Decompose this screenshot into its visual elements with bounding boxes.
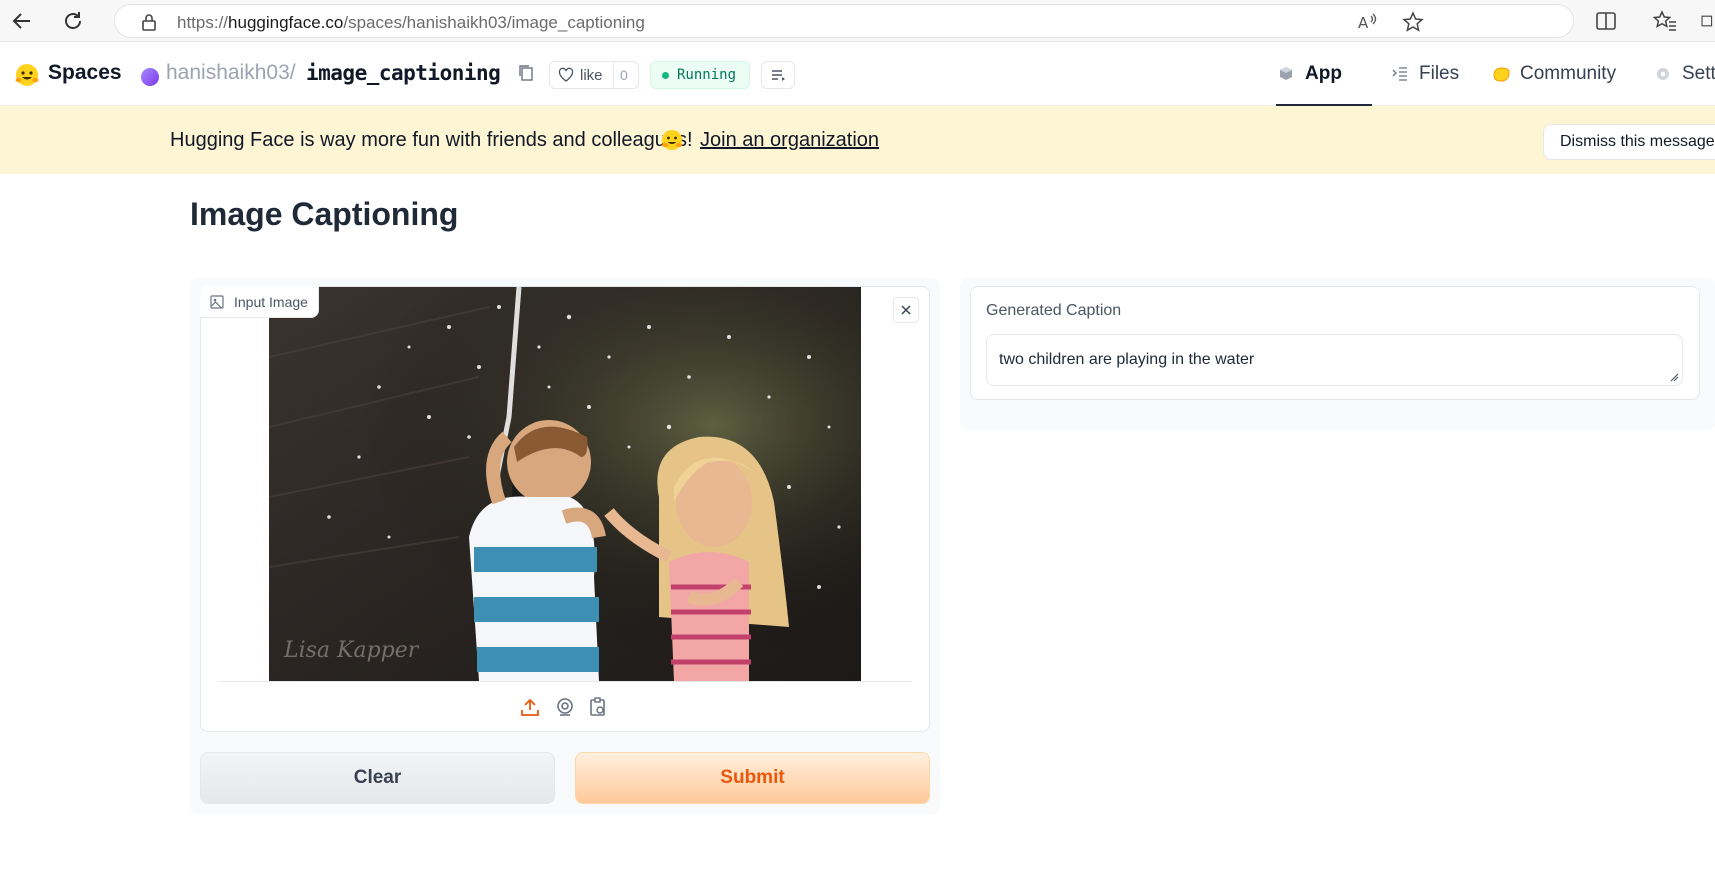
clipboard-icon[interactable] <box>587 696 609 718</box>
banner-text: Hugging Face is way more fun with friend… <box>170 129 693 151</box>
status-badge[interactable]: Running <box>650 61 750 89</box>
split-screen-icon[interactable] <box>1590 6 1622 36</box>
like-count: 0 <box>620 67 628 83</box>
copy-icon[interactable] <box>518 64 536 84</box>
hugging-face-logo-icon[interactable] <box>14 62 40 88</box>
owner-name[interactable]: hanishaikh03/ <box>166 61 296 85</box>
photo-watermark: Lisa Kapper <box>283 638 420 663</box>
address-bar[interactable]: https://huggingface.co/spaces/hanishaikh… <box>114 4 1574 38</box>
refresh-icon <box>65 12 81 29</box>
tab-app[interactable]: App <box>1277 42 1372 106</box>
menu-icon <box>772 70 785 81</box>
gear-icon <box>1657 68 1669 80</box>
upload-icon[interactable] <box>519 696 541 718</box>
like-button[interactable]: like 0 <box>549 61 639 89</box>
read-aloud-icon[interactable]: A <box>1356 11 1380 33</box>
owner-avatar[interactable] <box>141 68 159 86</box>
image-icon <box>210 294 224 309</box>
submit-button[interactable]: Submit <box>575 752 930 804</box>
back-arrow-icon <box>12 13 30 29</box>
caption-text: two children are playing in the water <box>999 351 1255 368</box>
page-title: Image Captioning <box>190 196 459 232</box>
tab-community-label: Community <box>1520 63 1617 84</box>
lock-icon <box>137 11 161 33</box>
org-banner: Hugging Face is way more fun with friend… <box>0 106 1715 174</box>
clear-image-button[interactable] <box>893 297 919 323</box>
tab-app-label: App <box>1305 63 1342 84</box>
image-toolbar-divider <box>218 681 912 682</box>
browser-toolbar: https://huggingface.co/spaces/hanishaikh… <box>0 0 1715 42</box>
back-button[interactable] <box>6 6 38 36</box>
input-image-label-text: Input Image <box>234 293 308 310</box>
favorite-star-icon[interactable] <box>1401 11 1425 33</box>
caption-label: Generated Caption <box>986 302 1122 319</box>
resize-handle-icon[interactable] <box>1669 372 1679 382</box>
repo-name[interactable]: image_captioning <box>306 61 501 85</box>
heart-icon <box>558 67 574 82</box>
like-divider <box>613 62 614 88</box>
url-text: https://huggingface.co/spaces/hanishaikh… <box>177 13 645 32</box>
tab-community[interactable]: Community <box>1492 42 1616 106</box>
clear-button[interactable]: Clear <box>200 752 555 804</box>
tab-files[interactable]: Files <box>1391 42 1459 106</box>
refresh-button[interactable] <box>57 6 89 36</box>
space-menu-button[interactable] <box>761 61 795 89</box>
tab-settings[interactable]: Settings <box>1654 42 1715 106</box>
site-header: Spaces hanishaikh03/ image_captioning li… <box>0 42 1715 106</box>
favorites-icon[interactable] <box>1649 6 1681 36</box>
spaces-link[interactable]: Spaces <box>48 61 122 85</box>
community-icon <box>1493 67 1510 82</box>
like-label: like <box>580 66 603 84</box>
cube-icon <box>1280 67 1292 80</box>
svg-text:A: A <box>1358 14 1369 31</box>
hugging-emoji-icon <box>660 128 684 152</box>
tab-files-label: Files <box>1419 63 1460 84</box>
caption-textarea[interactable]: two children are playing in the water <box>986 334 1683 386</box>
files-icon <box>1392 67 1407 81</box>
uploaded-photo: Lisa Kapper <box>269 287 861 681</box>
tab-settings-label: Settings <box>1682 63 1715 84</box>
dismiss-button[interactable]: Dismiss this message <box>1543 124 1715 160</box>
close-icon <box>901 305 911 315</box>
status-dot <box>662 71 669 79</box>
status-text: Running <box>677 67 737 83</box>
input-image-label: Input Image <box>200 286 319 318</box>
join-organization-link[interactable]: Join an organization <box>700 129 879 152</box>
webcam-icon[interactable] <box>554 696 576 718</box>
collections-icon[interactable] <box>1700 6 1715 36</box>
